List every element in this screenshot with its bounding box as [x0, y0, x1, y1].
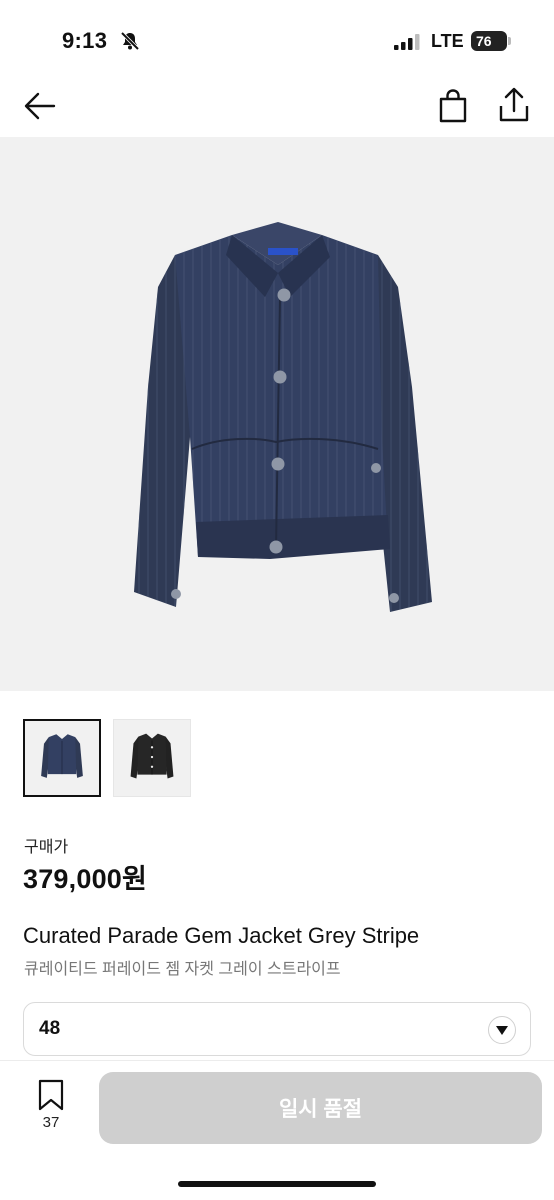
battery-tip: [508, 37, 511, 45]
thumbnail-navy[interactable]: [23, 719, 101, 797]
sold-out-button[interactable]: 일시 품절: [99, 1072, 542, 1144]
jacket-illustration: [134, 222, 432, 612]
thumbnail-black[interactable]: [113, 719, 191, 797]
size-selected-value: 48: [39, 1018, 61, 1039]
shopping-bag-icon[interactable]: [436, 88, 470, 124]
jacket-thumbnail-navy: [25, 721, 99, 795]
status-bar: 9:13 LTE 76: [0, 0, 554, 80]
status-time: 9:13: [62, 28, 108, 53]
product-name-english: Curated Parade Gem Jacket Grey Stripe: [23, 923, 420, 948]
price-value: 379,000원: [23, 864, 148, 894]
signal-icon: [394, 34, 420, 50]
price-label: 구매가: [24, 839, 69, 856]
bell-off-icon: [120, 31, 140, 51]
caret-down-icon[interactable]: [488, 1016, 516, 1044]
product-main-image[interactable]: [0, 137, 554, 691]
product-name-korean: 큐레이티드 퍼레이드 젬 자켓 그레이 스트라이프: [24, 961, 341, 978]
bookmark-icon: [38, 1079, 64, 1111]
network-label: LTE: [431, 31, 464, 51]
back-arrow-icon[interactable]: [22, 88, 58, 124]
bottom-action-bar: 37 일시 품절: [0, 1060, 554, 1200]
top-nav: [0, 80, 554, 136]
bookmark-button[interactable]: 37: [34, 1079, 68, 1135]
battery-icon: 76: [471, 31, 507, 51]
home-indicator: [178, 1181, 376, 1187]
jacket-thumbnail-black: [114, 720, 190, 796]
bookmark-count: 37: [42, 1114, 60, 1131]
battery-level: 76: [476, 33, 492, 49]
size-select[interactable]: 48: [23, 1002, 531, 1056]
share-icon[interactable]: [496, 86, 532, 124]
